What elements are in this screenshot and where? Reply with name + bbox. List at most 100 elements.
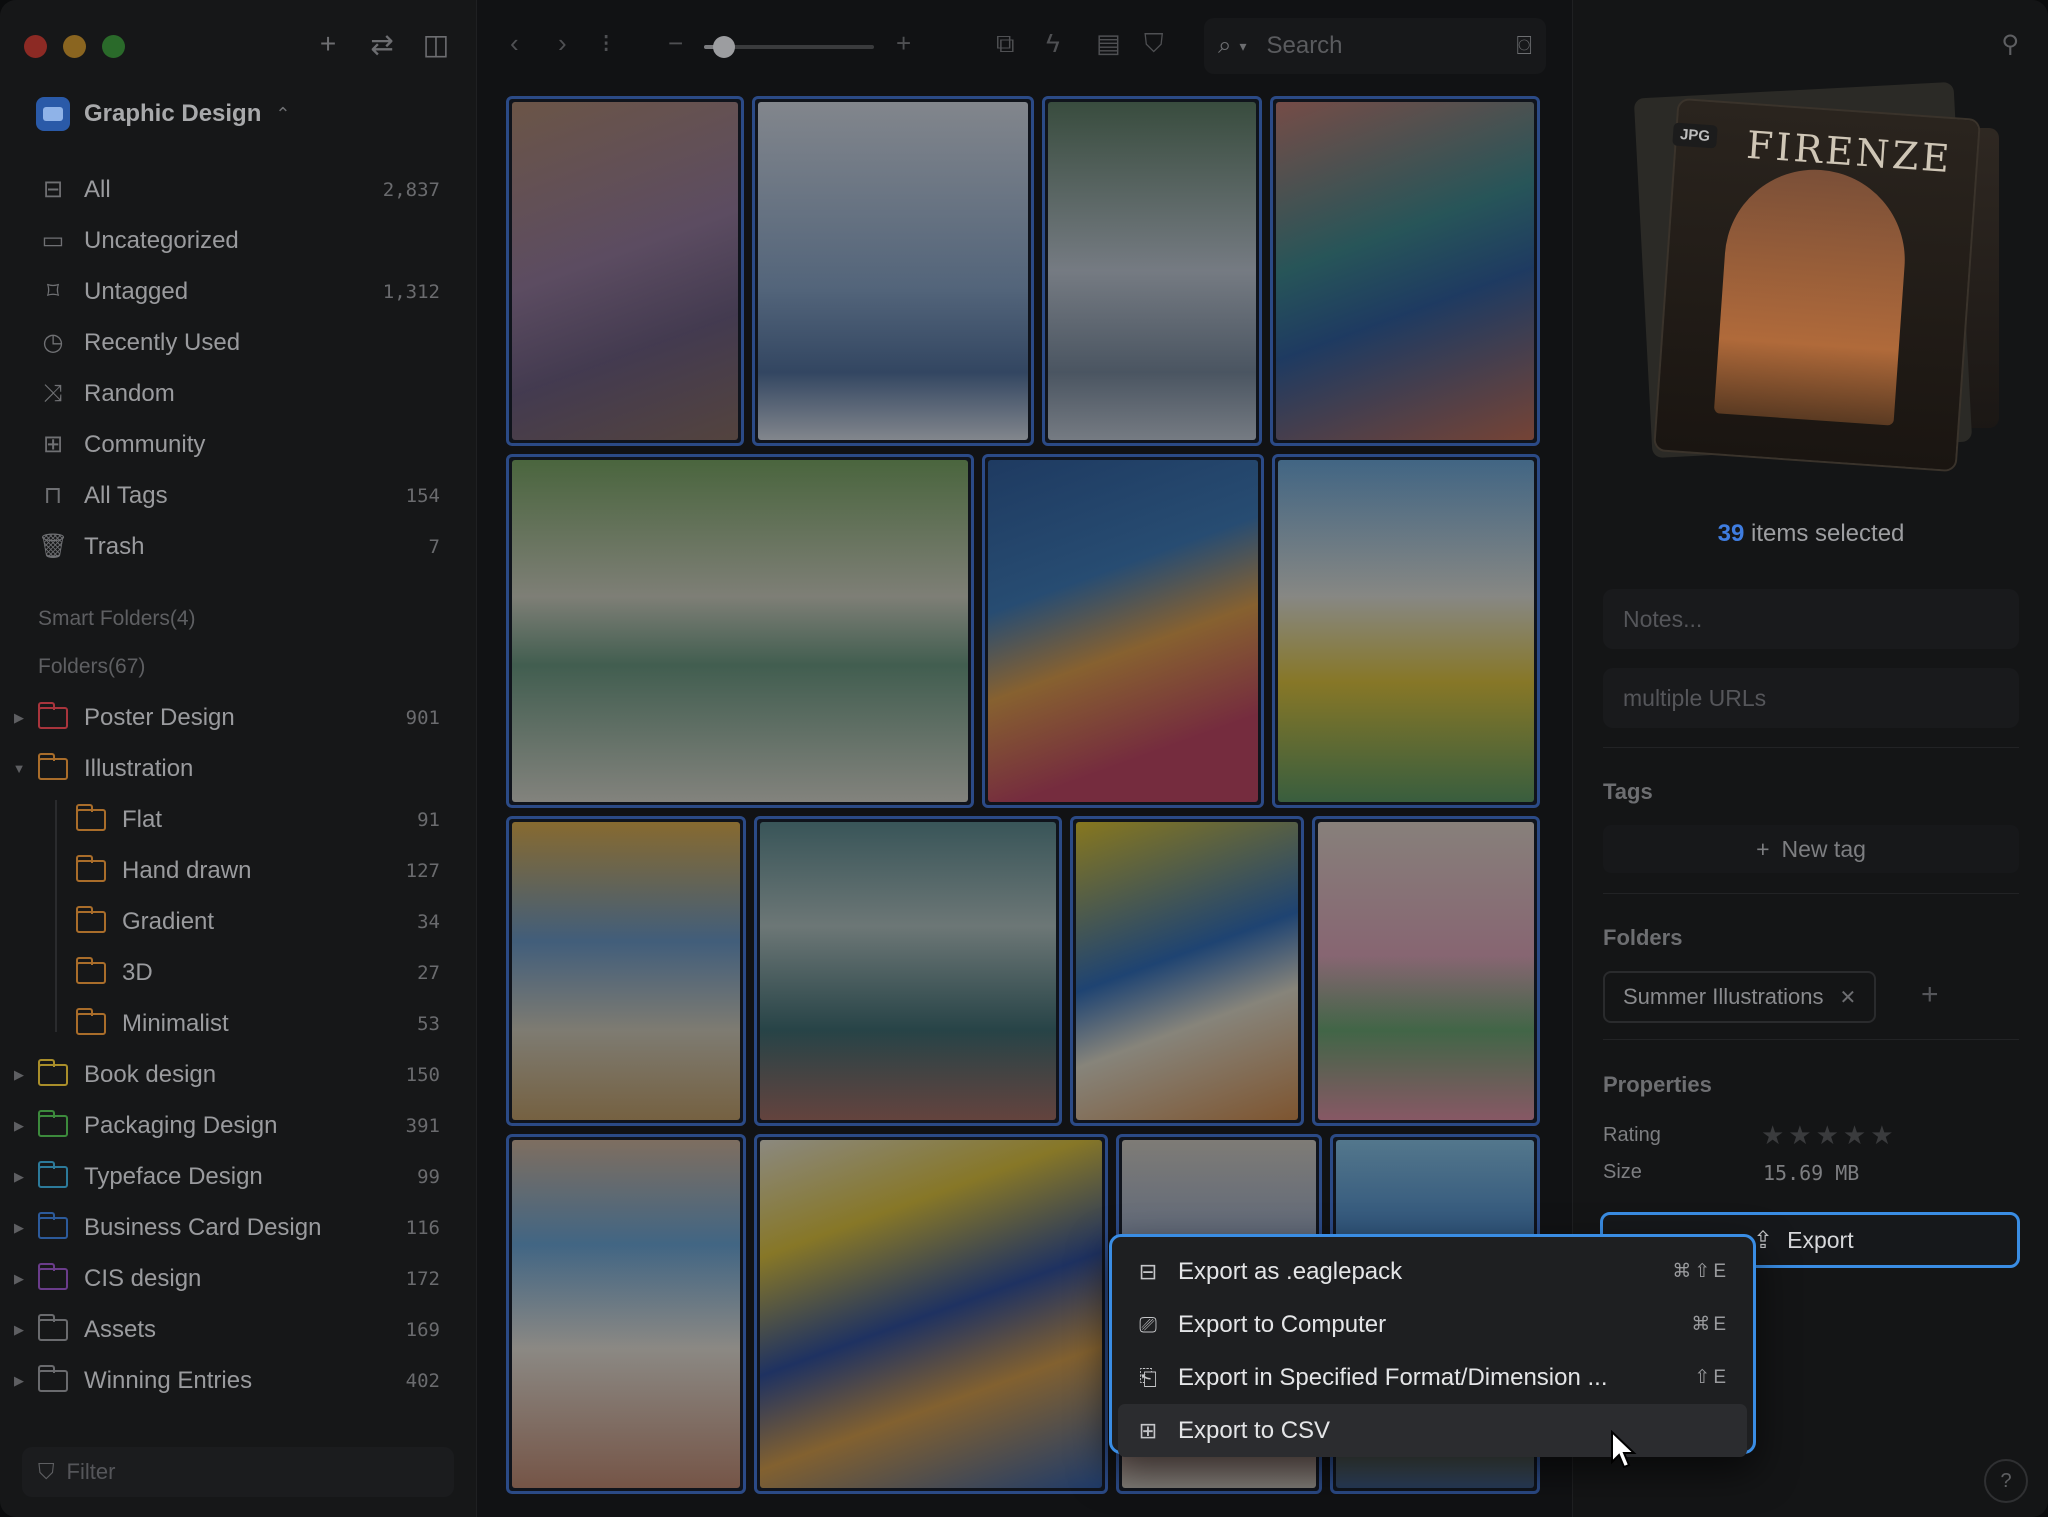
- sidebar-item-uncategorized[interactable]: ▭ Uncategorized: [0, 215, 476, 266]
- image-thumbnail[interactable]: [752, 96, 1034, 446]
- folder-item[interactable]: ▶ Packaging Design 391: [0, 1100, 476, 1151]
- image-thumbnail[interactable]: [506, 454, 974, 808]
- extension-icon[interactable]: ⧉: [996, 28, 1015, 60]
- sidebar-toggle-icon[interactable]: ◫: [422, 28, 450, 61]
- menu-item-export-format[interactable]: ⎗ Export in Specified Format/Dimension .…: [1118, 1351, 1747, 1404]
- folder-icon: [76, 956, 106, 984]
- folder-label: Flat: [122, 805, 163, 833]
- folder-item[interactable]: Minimalist 53: [0, 998, 476, 1049]
- folder-label: Poster Design: [84, 703, 235, 731]
- zoom-in-icon[interactable]: +: [896, 28, 911, 59]
- zoom-out-icon[interactable]: −: [668, 28, 683, 59]
- folder-item[interactable]: ▶ Assets 169: [0, 1304, 476, 1355]
- sidebar-item-untagged[interactable]: ⌑ Untagged 1,312: [0, 266, 476, 317]
- disclosure-collapsed-icon[interactable]: ▶: [0, 1322, 38, 1338]
- zoom-window-button[interactable]: [102, 35, 125, 58]
- image-thumbnail[interactable]: [1070, 816, 1304, 1126]
- folder-item[interactable]: Hand drawn 127: [0, 845, 476, 896]
- folder-item[interactable]: Flat 91: [0, 794, 476, 845]
- rating-stars[interactable]: ★★★★★: [1761, 1120, 1898, 1151]
- forward-icon[interactable]: ›: [558, 28, 567, 59]
- close-window-button[interactable]: [24, 35, 47, 58]
- image-thumbnail[interactable]: [1270, 96, 1540, 446]
- size-value: 15.69 MB: [1763, 1161, 1860, 1185]
- chevron-down-icon[interactable]: ▾: [1239, 38, 1246, 55]
- add-icon[interactable]: +: [314, 28, 342, 61]
- menu-item-export-computer[interactable]: ⎚ Export to Computer ⌘E: [1118, 1298, 1747, 1351]
- menu-item-export-eaglepack[interactable]: ⊟ Export as .eaglepack ⌘⇧E: [1118, 1245, 1747, 1298]
- window-controls: [24, 35, 125, 58]
- sidebar-item-all-tags[interactable]: ⊓ All Tags 154: [0, 470, 476, 521]
- minimize-window-button[interactable]: [63, 35, 86, 58]
- yellow-window-table-image: [1076, 822, 1298, 1120]
- help-icon[interactable]: ?: [1984, 1459, 2028, 1503]
- folder-item[interactable]: Gradient 34: [0, 896, 476, 947]
- folder-label: Business Card Design: [84, 1213, 322, 1241]
- image-thumbnail[interactable]: [1042, 96, 1262, 446]
- urls-field[interactable]: multiple URLs: [1603, 668, 2019, 728]
- disclosure-expanded-icon[interactable]: ▼: [0, 761, 38, 776]
- selected-count-label: items selected: [1750, 520, 1905, 547]
- disclosure-collapsed-icon[interactable]: ▶: [0, 1373, 38, 1389]
- folder-item[interactable]: 3D 27: [0, 947, 476, 998]
- image-thumbnail[interactable]: [1312, 816, 1540, 1126]
- close-icon[interactable]: ✕: [1840, 985, 1857, 1010]
- menu-item-label: Export in Specified Format/Dimension ...: [1178, 1363, 1608, 1391]
- zoom-slider-handle[interactable]: [713, 36, 736, 58]
- pink-scooter-image: [1318, 822, 1534, 1120]
- arch-woman-image: [512, 1140, 740, 1488]
- disclosure-collapsed-icon[interactable]: ▶: [0, 1169, 38, 1185]
- sidebar-filter[interactable]: ⛉ Filter: [22, 1447, 454, 1497]
- swap-icon[interactable]: ⇄: [368, 28, 396, 61]
- folder-count: 391: [405, 1114, 440, 1137]
- filter-icon[interactable]: ⛉: [1144, 28, 1164, 60]
- image-thumbnail[interactable]: [506, 1134, 746, 1494]
- sidebar-item-count: 2,837: [382, 178, 440, 201]
- mouse-cursor-icon: [1611, 1430, 1637, 1469]
- image-thumbnail[interactable]: [506, 816, 746, 1126]
- disclosure-collapsed-icon[interactable]: ▶: [0, 710, 38, 726]
- folder-label: Typeface Design: [84, 1162, 263, 1190]
- folder-item[interactable]: ▶ Winning Entries 402: [0, 1355, 476, 1406]
- folders-heading[interactable]: Folders(67): [38, 655, 145, 679]
- sidebar-item-label: Recently Used: [84, 328, 241, 356]
- sidebar-item-all[interactable]: ⊟ All 2,837: [0, 164, 476, 215]
- folder-chip[interactable]: Summer Illustrations ✕: [1603, 971, 1877, 1023]
- folder-label: Hand drawn: [122, 856, 252, 884]
- image-thumbnail[interactable]: [1272, 454, 1540, 808]
- folder-question-icon: ▭: [41, 227, 65, 254]
- folder-item[interactable]: ▼ Illustration: [0, 743, 476, 794]
- folder-item[interactable]: ▶ Business Card Design 116: [0, 1202, 476, 1253]
- image-search-icon[interactable]: ⌼: [1516, 30, 1532, 62]
- sidebar-item-count: 154: [405, 484, 440, 507]
- add-folder-icon[interactable]: +: [1921, 978, 1939, 1012]
- sidebar-item-random[interactable]: ⤨ Random: [0, 368, 476, 419]
- image-thumbnail[interactable]: [982, 454, 1264, 808]
- smart-folders-heading[interactable]: Smart Folders(4): [38, 607, 196, 631]
- image-thumbnail[interactable]: [754, 816, 1062, 1126]
- sidebar-item-community[interactable]: ⊞ Community: [0, 419, 476, 470]
- action-icon[interactable]: ϟ: [1046, 28, 1060, 59]
- folder-item[interactable]: ▶ Typeface Design 99: [0, 1151, 476, 1202]
- folder-chip-label: Summer Illustrations: [1623, 984, 1824, 1009]
- image-thumbnail[interactable]: [754, 1134, 1108, 1494]
- more-vertical-icon[interactable]: ⁝: [602, 28, 610, 59]
- menu-item-export-csv[interactable]: ⊞ Export to CSV: [1118, 1404, 1747, 1457]
- folder-item[interactable]: ▶ CIS design 172: [0, 1253, 476, 1304]
- notes-field[interactable]: Notes...: [1603, 589, 2019, 649]
- disclosure-collapsed-icon[interactable]: ▶: [0, 1118, 38, 1134]
- back-icon[interactable]: ‹: [510, 28, 519, 59]
- disclosure-collapsed-icon[interactable]: ▶: [0, 1271, 38, 1287]
- folder-item[interactable]: ▶ Poster Design 901: [0, 692, 476, 743]
- library-switcher[interactable]: Graphic Design ⌃: [36, 97, 290, 131]
- search-bar[interactable]: ⌕ ▾ Search ⌼: [1204, 18, 1546, 74]
- disclosure-collapsed-icon[interactable]: ▶: [0, 1067, 38, 1083]
- sidebar-item-trash[interactable]: 🗑 Trash 7: [0, 521, 476, 572]
- new-tag-button[interactable]: + New tag: [1603, 825, 2019, 873]
- sidebar-item-recently-used[interactable]: ◷ Recently Used: [0, 317, 476, 368]
- pin-icon[interactable]: ⚲: [2001, 30, 2019, 59]
- disclosure-collapsed-icon[interactable]: ▶: [0, 1220, 38, 1236]
- folder-item[interactable]: ▶ Book design 150: [0, 1049, 476, 1100]
- image-thumbnail[interactable]: [506, 96, 744, 446]
- layout-icon[interactable]: ▤: [1096, 28, 1121, 59]
